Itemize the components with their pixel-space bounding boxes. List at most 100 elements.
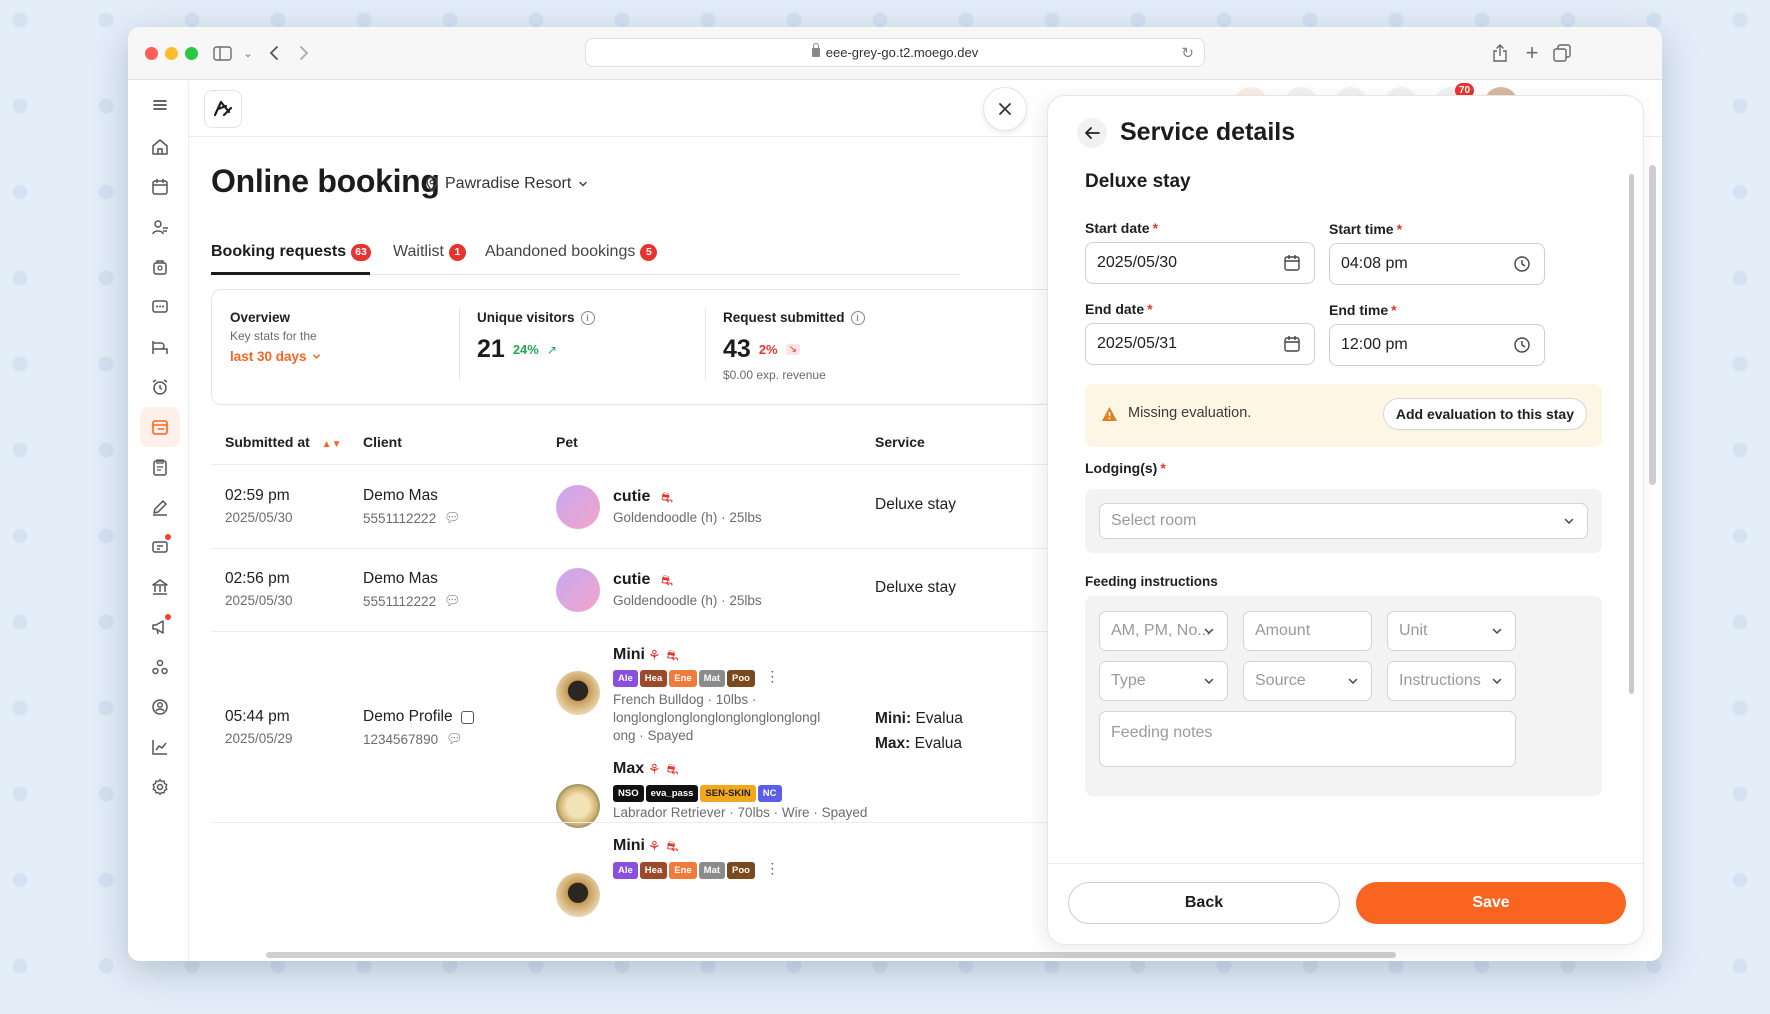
message-icon[interactable]: 💬︎ [446,731,463,747]
sidebar-item-calendar[interactable] [140,167,180,207]
sidebar-item-clients[interactable] [140,207,180,247]
start-time-value: 04:08 pm [1341,255,1408,272]
tab-count-badge: 5 [640,243,658,261]
feeding-amount-input[interactable]: Amount [1243,611,1372,651]
chevron-down-icon[interactable]: ⌄ [236,40,260,66]
sidebar-item-settings[interactable] [140,767,180,807]
client-name[interactable]: Demo Mas [363,570,438,588]
share-icon[interactable] [1488,40,1512,66]
sidebar-item-memberships[interactable] [140,687,180,727]
close-window-button[interactable] [145,47,158,60]
required-marker: * [1152,220,1159,236]
more-icon[interactable]: ⋮ [765,668,779,684]
users-icon [152,220,168,235]
zoom-window-button[interactable] [185,47,198,60]
sidebar-toggle-icon[interactable] [210,40,234,66]
client-name[interactable]: Demo Mas [363,487,438,505]
sidebar-item-insights[interactable] [140,727,180,767]
user-circle-icon [152,699,168,715]
feeding-schedule-dropdown[interactable]: AM, PM, No... [1099,611,1228,651]
minimize-window-button[interactable] [165,47,178,60]
browser-window: ⌄ eee-grey-go.t2.moego.dev ↻ + 70 Online… [128,27,1662,961]
feeding-amount-placeholder: Amount [1255,622,1311,639]
close-drawer-button[interactable] [983,87,1027,131]
tab-abandoned-bookings[interactable]: Abandoned bookings 5 [485,243,658,261]
sidebar-item-retail[interactable] [140,247,180,287]
sidebar-item-home[interactable] [140,127,180,167]
sidebar-item-messages[interactable] [140,287,180,327]
tab-label: Waitlist [393,243,444,260]
feeding-instructions-dropdown[interactable]: Instructions [1387,661,1516,701]
new-tab-icon[interactable]: + [1520,40,1544,66]
feeding-instructions-label: Feeding instructions [1085,574,1218,589]
menu-icon[interactable] [140,85,180,125]
chevron-down-icon [1204,678,1214,685]
app-sidebar [128,81,189,961]
column-header-submitted-at[interactable]: Submitted at ▲▼ [225,434,341,450]
tabs-overview-icon[interactable] [1550,40,1574,66]
sidebar-item-marketing[interactable] [140,527,180,567]
add-evaluation-button[interactable]: Add evaluation to this stay [1382,398,1587,430]
sidebar-item-services[interactable] [140,647,180,687]
pet-name[interactable]: cutie [613,571,650,589]
end-time-field[interactable]: 12:00 pm [1329,324,1545,366]
range-selector[interactable]: last 30 days [230,349,322,364]
client-name[interactable]: Demo Profile [363,708,453,726]
sidebar-item-announcements[interactable] [140,607,180,647]
pet-name[interactable]: cutie [613,488,650,506]
overview-stat: Overview Key stats for the last 30 days [230,310,322,424]
tab-booking-requests[interactable]: Booking requests 63 [211,243,371,261]
sidebar-item-finance[interactable] [140,567,180,607]
tab-count-badge: 1 [448,243,466,261]
start-time-label: Start time * [1329,221,1402,237]
forward-arrow-icon[interactable] [292,40,316,66]
app-logo[interactable] [204,90,242,128]
info-icon[interactable]: i [850,311,865,325]
service-name-heading: Deluxe stay [1085,171,1191,192]
start-date-field[interactable]: 2025/05/30 [1085,242,1315,284]
back-button[interactable]: Back [1068,882,1340,924]
feeding-source-dropdown[interactable]: Source [1243,661,1372,701]
message-icon[interactable]: 💬︎ [444,593,461,609]
clock-icon [1514,256,1530,272]
address-bar[interactable]: eee-grey-go.t2.moego.dev ↻ [585,38,1205,67]
sidebar-item-forms[interactable] [140,487,180,527]
pet-name[interactable]: Max [613,760,644,778]
feeding-notes-textarea[interactable]: Feeding notes [1099,711,1516,767]
sidebar-item-online-booking[interactable] [140,407,180,447]
calendar-icon [152,179,168,195]
end-date-value: 2025/05/31 [1097,335,1178,352]
sidebar-item-reminders[interactable] [140,367,180,407]
sidebar-item-lodging[interactable] [140,327,180,367]
select-room-dropdown[interactable]: Select room [1099,503,1588,539]
feeding-type-dropdown[interactable]: Type [1099,661,1228,701]
label-text: Lodging(s) [1085,460,1158,476]
tab-label: Abandoned bookings [485,243,636,260]
more-icon[interactable]: ⋮ [765,860,779,876]
back-arrow-icon[interactable] [262,40,286,66]
horizontal-scrollbar[interactable] [266,952,1396,958]
panel-back-button[interactable] [1077,118,1107,148]
info-icon[interactable]: i [580,311,595,325]
feeding-unit-dropdown[interactable]: Unit [1387,611,1516,651]
unique-visitors-stat: Unique visitors i 21 24% ↗ [477,310,595,424]
sidebar-item-reports[interactable] [140,447,180,487]
pet-name[interactable]: Mini [613,837,645,855]
panel-scrollbar[interactable] [1629,174,1634,694]
message-icon[interactable]: 💬︎ [444,510,461,526]
label-text: Start date [1085,220,1150,236]
pet-name[interactable]: Mini [613,646,645,664]
sort-icon[interactable]: ▲▼ [322,439,342,450]
column-header-service: Service [875,434,925,450]
pet-avatar [556,671,600,715]
trend-up-icon: ↗ [546,342,557,357]
panel-footer: Back Save [1048,863,1643,944]
pet-info: French Bulldog · 10lbs · [613,692,757,707]
start-time-field[interactable]: 04:08 pm [1329,243,1545,285]
tab-waitlist[interactable]: Waitlist 1 [393,243,466,261]
page-scrollbar[interactable] [1649,165,1656,485]
location-selector[interactable]: Pawradise Resort [425,175,589,193]
reload-icon[interactable]: ↻ [1181,44,1194,62]
end-date-field[interactable]: 2025/05/31 [1085,323,1315,365]
save-button[interactable]: Save [1356,882,1626,924]
